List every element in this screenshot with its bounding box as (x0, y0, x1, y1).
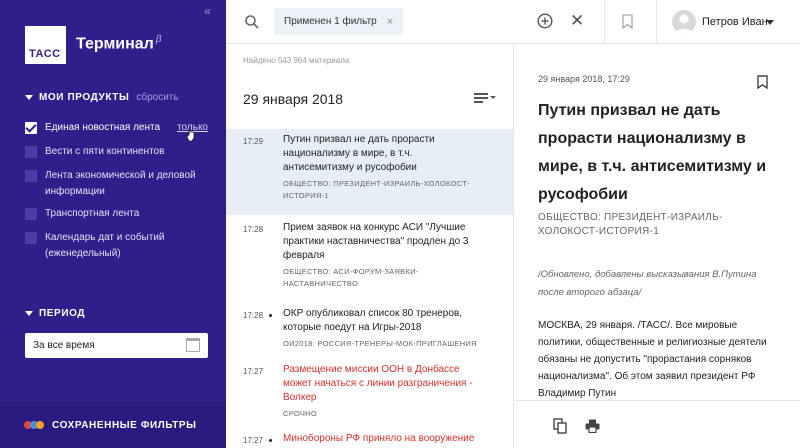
bullet-icon (269, 314, 272, 317)
product-checkbox[interactable] (25, 170, 37, 182)
product-checkbox[interactable] (25, 232, 37, 244)
news-time: 17:29 (243, 137, 264, 146)
saved-filters-dots-icon (24, 421, 44, 429)
collapse-sidebar-icon[interactable]: « (204, 4, 211, 18)
news-title[interactable]: Путин призвал не дать прорасти национали… (283, 133, 483, 175)
saved-filters-label: СОХРАНЕННЫЕ ФИЛЬТРЫ (52, 419, 197, 431)
products-reset-link[interactable]: сбросить (136, 92, 178, 103)
article-toolbar (515, 400, 800, 448)
products-section-toggle[interactable]: МОИ ПРОДУКТЫ сбросить (25, 92, 179, 103)
product-checkbox[interactable] (25, 146, 37, 158)
calendar-icon[interactable] (186, 338, 200, 352)
product-item-five-continents[interactable]: Вести с пяти континентов (25, 144, 220, 160)
copy-icon[interactable] (553, 418, 567, 434)
sidebar: « ТАСС Терминал β МОИ ПРОДУКТЫ сбросить Е… (0, 0, 226, 448)
product-label: Календарь дат и событий (еженедельный) (45, 232, 165, 259)
news-time: 17:28 (243, 225, 264, 234)
news-time: 17:27 (243, 436, 264, 445)
news-list: Найдено 543 964 материала 29 января 2018… (226, 45, 514, 448)
news-item[interactable]: 17:28 ОКР опубликовал список 80 тренеров… (226, 303, 513, 354)
divider (656, 0, 657, 44)
article-tags: ОБЩЕСТВО: ПРЕЗИДЕНТ-ИЗРАИЛЬ-ХОЛОКОСТ-ИСТ… (538, 212, 723, 237)
bookmark-icon[interactable] (757, 75, 768, 89)
product-checkbox[interactable] (25, 208, 37, 220)
sort-options-icon[interactable] (474, 92, 496, 104)
period-value: За все время (33, 340, 95, 351)
news-tags: ОБЩЕСТВО: АСИ-ФОРУМ-ЗАЯВКИ-НАСТАВНИЧЕСТВ… (283, 267, 419, 288)
bullet-icon (269, 439, 272, 442)
news-item[interactable]: 17:29 Путин призвал не дать прорасти нац… (226, 129, 513, 215)
news-item[interactable]: 17:27 Размещение миссии ООН в Донбассе м… (226, 359, 513, 424)
news-time: 17:28 (243, 311, 264, 320)
news-title[interactable]: ОКР опубликовал список 80 тренеров, кото… (283, 307, 483, 335)
article-update-note: /Обновлено, добавлены высказывания В.Пут… (538, 269, 757, 298)
clear-search-icon[interactable]: ✕ (570, 12, 584, 30)
user-name[interactable]: Петров Иван (702, 16, 768, 28)
news-tags: ОИ2018: РОССИЯ-ТРЕНЕРЫ-МОК-ПРИГЛАШЕНИЯ (283, 339, 477, 348)
active-filter-chip[interactable]: Применен 1 фильтр × (274, 8, 404, 35)
article-body: МОСКВА, 29 января. /ТАСС/. Все мировые п… (538, 320, 767, 399)
product-item-economic-feed[interactable]: Лента экономической и деловой информации (25, 168, 220, 200)
app-name-text: Терминал (76, 35, 154, 53)
hand-cursor-icon (186, 129, 195, 142)
product-item-calendar[interactable]: Календарь дат и событий (еженедельный) (25, 230, 220, 262)
period-section-toggle[interactable]: ПЕРИОД (25, 308, 85, 319)
user-menu-caret-icon[interactable] (766, 20, 774, 25)
chevron-down-icon (25, 311, 33, 316)
results-count: Найдено 543 964 материала (243, 56, 350, 65)
app-title: Терминал β (76, 34, 162, 53)
news-title[interactable]: Прием заявок на конкурс АСИ "Лучшие прак… (283, 221, 483, 263)
list-date-heading: 29 января 2018 (243, 91, 344, 107)
news-title-urgent[interactable]: Минобороны РФ приняло на вооружение (283, 432, 483, 446)
add-filter-icon[interactable] (537, 13, 553, 29)
article-datetime: 29 января 2018, 17:29 (538, 74, 630, 84)
news-tags: ОБЩЕСТВО: ПРЕЗИДЕНТ-ИЗРАИЛЬ-ХОЛОКОСТ-ИСТ… (283, 179, 470, 200)
filter-chip-label: Применен 1 фильтр (284, 16, 377, 27)
avatar[interactable] (672, 10, 696, 34)
beta-mark: β (155, 34, 162, 45)
products-heading: МОИ ПРОДУКТЫ (39, 92, 130, 103)
divider (604, 0, 605, 44)
product-label: Единая новостная лента (45, 122, 161, 133)
saved-filters-button[interactable]: СОХРАНЕННЫЕ ФИЛЬТРЫ (0, 402, 226, 448)
search-icon[interactable] (244, 14, 260, 30)
news-title-urgent[interactable]: Размещение миссии ООН в Донбассе может н… (283, 363, 483, 405)
product-label: Вести с пяти континентов (45, 146, 165, 157)
product-checkbox[interactable] (25, 122, 37, 134)
article-title: Путин призвал не дать прорасти национали… (538, 102, 767, 203)
product-item-transport-feed[interactable]: Транспортная лента (25, 206, 220, 222)
tass-logo[interactable]: ТАСС (25, 26, 66, 64)
news-time: 17:27 (243, 367, 264, 376)
news-item[interactable]: 17:28 Прием заявок на конкурс АСИ "Лучши… (226, 217, 513, 294)
print-icon[interactable] (585, 419, 600, 433)
product-label: Транспортная лента (45, 208, 140, 219)
top-bar: Применен 1 фильтр × ✕ Петров Иван (226, 0, 800, 44)
logo-text: ТАСС (29, 48, 61, 60)
period-select[interactable]: За все время (25, 333, 208, 358)
bookmark-icon[interactable] (622, 14, 633, 29)
chevron-down-icon (25, 95, 33, 100)
article-panel: 29 января 2018, 17:29 Путин призвал не д… (515, 45, 800, 448)
remove-filter-icon[interactable]: × (387, 16, 393, 28)
period-heading: ПЕРИОД (39, 308, 86, 319)
product-label: Лента экономической и деловой информации (45, 170, 196, 197)
news-tags: СРОЧНО (283, 409, 317, 418)
news-item[interactable]: 17:27 Минобороны РФ приняло на вооружени… (226, 428, 513, 448)
